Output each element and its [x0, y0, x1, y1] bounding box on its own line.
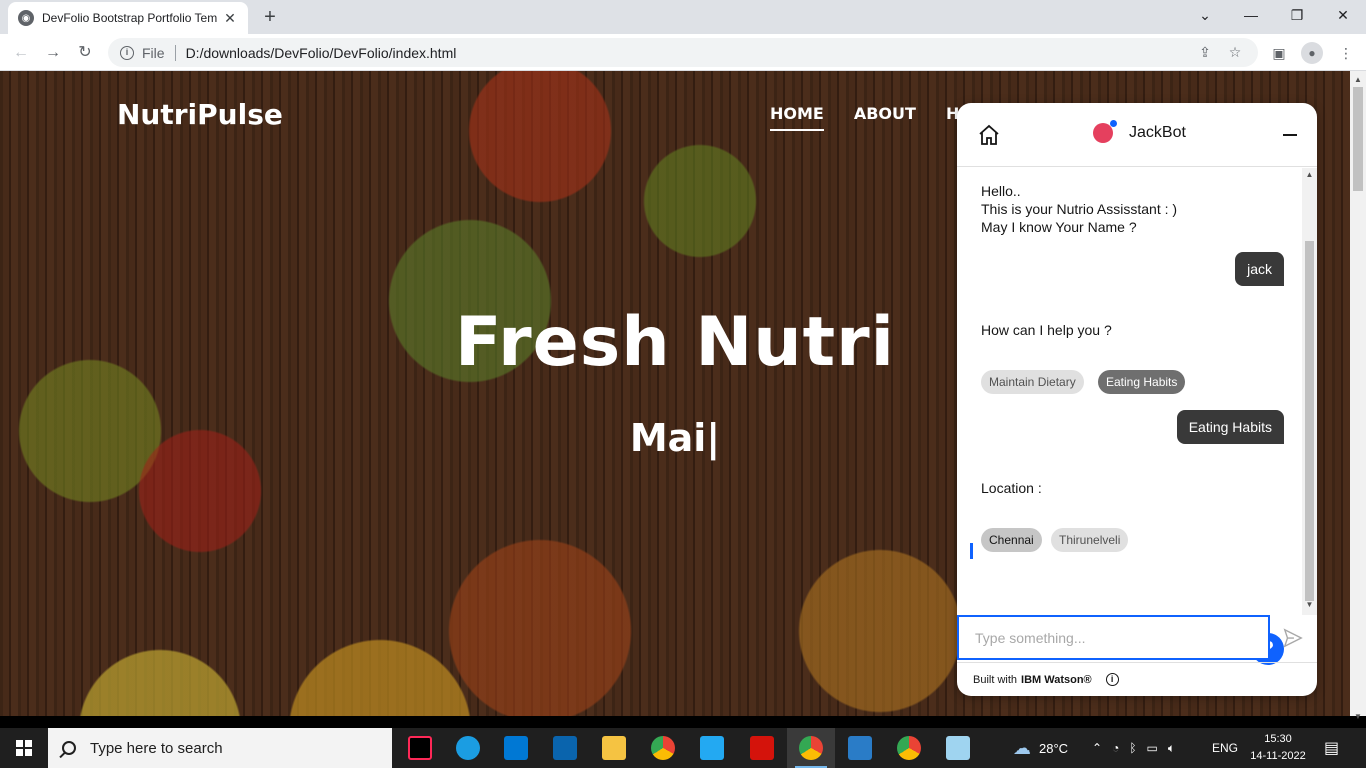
restore-window-button[interactable]: ❐: [1274, 0, 1320, 30]
bookmark-star-icon[interactable]: ☆: [1224, 44, 1246, 61]
windows-start-icon[interactable]: [0, 728, 48, 768]
chat-messages: Hello.. This is your Nutrio Assisstant :…: [957, 168, 1302, 665]
bot-greeting-message: Hello.. This is your Nutrio Assisstant :…: [981, 182, 1177, 236]
explorer-icon[interactable]: [590, 728, 638, 768]
clock-date: 14-11-2022: [1250, 750, 1306, 762]
location-chip-thirunelveli[interactable]: Thirunelveli: [1051, 528, 1129, 552]
clock-time: 15:30: [1264, 733, 1292, 745]
mail-icon[interactable]: [541, 728, 589, 768]
bot-identity: JackBot: [1093, 120, 1186, 143]
chat-scroll-up-icon[interactable]: ▲: [1302, 170, 1317, 179]
chat-scrollbar[interactable]: ▲ ▼: [1302, 168, 1317, 615]
url-text[interactable]: D:/downloads/DevFolio/DevFolio/index.htm…: [186, 45, 1186, 61]
greeting-line: This is your Nutrio Assisstant : ): [981, 201, 1178, 217]
user-message-name: jack: [1235, 252, 1284, 286]
tab-close-icon[interactable]: ✕: [222, 10, 238, 27]
chat-scrollbar-thumb[interactable]: [1305, 241, 1314, 601]
tab-search-chevron-icon[interactable]: ⌄: [1182, 0, 1228, 30]
site-info-icon[interactable]: i: [120, 45, 134, 60]
site-brand[interactable]: NutriPulse: [117, 98, 283, 131]
photos-icon[interactable]: [836, 728, 884, 768]
chat-message-input[interactable]: [957, 615, 1270, 660]
footer-prefix: Built with: [973, 673, 1018, 686]
browser-tab[interactable]: ◉ DevFolio Bootstrap Portfolio Tem ✕: [8, 2, 248, 34]
option-chip-eating-habits[interactable]: Eating Habits: [1098, 370, 1186, 394]
acrobat-icon[interactable]: [738, 728, 786, 768]
language-indicator[interactable]: ENG: [1212, 728, 1238, 768]
notepad-icon[interactable]: [934, 728, 982, 768]
scroll-up-icon[interactable]: ▲: [1350, 75, 1366, 84]
bot-avatar-icon: [1093, 120, 1117, 143]
taskbar-search-box[interactable]: Type here to search: [48, 728, 392, 768]
scroll-down-icon[interactable]: ▼: [1350, 712, 1366, 721]
chatbot-window: JackBot Hello.. This is your Nutrio Assi…: [957, 103, 1317, 696]
chat-footer: Built with IBM Watson® i: [957, 662, 1317, 696]
reload-icon[interactable]: ↻: [72, 40, 98, 66]
minimize-chat-icon[interactable]: [1283, 134, 1297, 136]
address-separator: [174, 44, 176, 61]
windows-taskbar: Type here to search ☁ 28°C ⌃ ◔ ᛒ ▭ 🔈︎ EN…: [0, 728, 1366, 768]
nav-item-home[interactable]: HOME: [770, 104, 824, 131]
chrome-active-icon[interactable]: [787, 728, 835, 768]
profile-avatar-icon[interactable]: ●: [1301, 42, 1323, 64]
address-bar[interactable]: i File D:/downloads/DevFolio/DevFolio/in…: [108, 38, 1258, 67]
location-chip-chennai[interactable]: Chennai: [981, 528, 1042, 552]
option-chip-maintain-dietary[interactable]: Maintain Dietary: [981, 370, 1084, 394]
vscode-icon[interactable]: [688, 728, 736, 768]
focus-indicator-bar: [970, 543, 973, 559]
home-icon[interactable]: [977, 123, 1001, 147]
greeting-line: Hello..: [981, 183, 1021, 199]
bot-location-prompt: Location :: [981, 480, 1042, 496]
page-scrollbar[interactable]: ▲ ▼: [1350, 71, 1366, 721]
edge-icon[interactable]: [444, 728, 492, 768]
network-icon[interactable]: ◔: [1112, 741, 1119, 755]
chrome-profile-icon[interactable]: [885, 728, 933, 768]
page-scrollbar-thumb[interactable]: [1353, 87, 1363, 191]
browser-tab-bar: ◉ DevFolio Bootstrap Portfolio Tem ✕ + ⌄…: [0, 0, 1366, 34]
tab-title: DevFolio Bootstrap Portfolio Tem: [42, 11, 218, 25]
bot-name: JackBot: [1129, 124, 1186, 141]
back-arrow-icon[interactable]: ←: [8, 40, 34, 66]
forward-arrow-icon[interactable]: →: [40, 40, 66, 66]
taskbar-search-placeholder: Type here to search: [90, 739, 223, 757]
share-icon[interactable]: ⇪: [1194, 44, 1216, 61]
send-icon[interactable]: [1282, 627, 1304, 649]
weather-widget[interactable]: ☁ 28°C: [1013, 728, 1068, 768]
display-icon[interactable]: ▭: [1147, 741, 1158, 755]
volume-icon[interactable]: 🔈︎: [1168, 741, 1175, 756]
notifications-icon[interactable]: ▤: [1324, 728, 1339, 768]
intellij-icon[interactable]: [396, 728, 444, 768]
greeting-line: May I know Your Name ?: [981, 219, 1137, 235]
menu-kebab-icon[interactable]: ⋮: [1333, 41, 1359, 65]
minimize-window-button[interactable]: —: [1228, 0, 1274, 30]
nav-item-about[interactable]: ABOUT: [854, 104, 916, 131]
side-panel-icon[interactable]: ▣: [1266, 41, 1292, 65]
bluetooth-icon[interactable]: ᛒ: [1129, 741, 1136, 755]
globe-icon: ◉: [18, 10, 34, 26]
chat-header: JackBot: [957, 103, 1317, 167]
bot-help-prompt: How can I help you ?: [981, 322, 1112, 338]
chat-scroll-down-icon[interactable]: ▼: [1302, 600, 1317, 609]
user-message-choice: Eating Habits: [1176, 410, 1284, 444]
site-nav: HOME ABOUT HEA: [770, 104, 983, 131]
info-icon[interactable]: i: [1105, 673, 1119, 686]
weather-temp: 28°C: [1039, 740, 1069, 756]
cloud-icon: ☁: [1013, 737, 1031, 758]
taskbar-clock[interactable]: 15:30 14-11-2022: [1250, 731, 1306, 765]
new-tab-button[interactable]: +: [258, 5, 282, 29]
close-window-button[interactable]: ✕: [1320, 0, 1366, 30]
footer-brand: IBM Watson®: [1021, 673, 1092, 686]
store-icon[interactable]: [492, 728, 540, 768]
system-tray: ⌃ ◔ ᛒ ▭ 🔈︎: [1092, 728, 1175, 768]
tray-chevron-up-icon[interactable]: ⌃: [1092, 741, 1102, 755]
file-scheme-label: File: [142, 44, 165, 61]
chrome-icon[interactable]: [639, 728, 687, 768]
search-icon: [62, 741, 76, 755]
browser-toolbar: ← → ↻ i File D:/downloads/DevFolio/DevFo…: [0, 34, 1366, 71]
